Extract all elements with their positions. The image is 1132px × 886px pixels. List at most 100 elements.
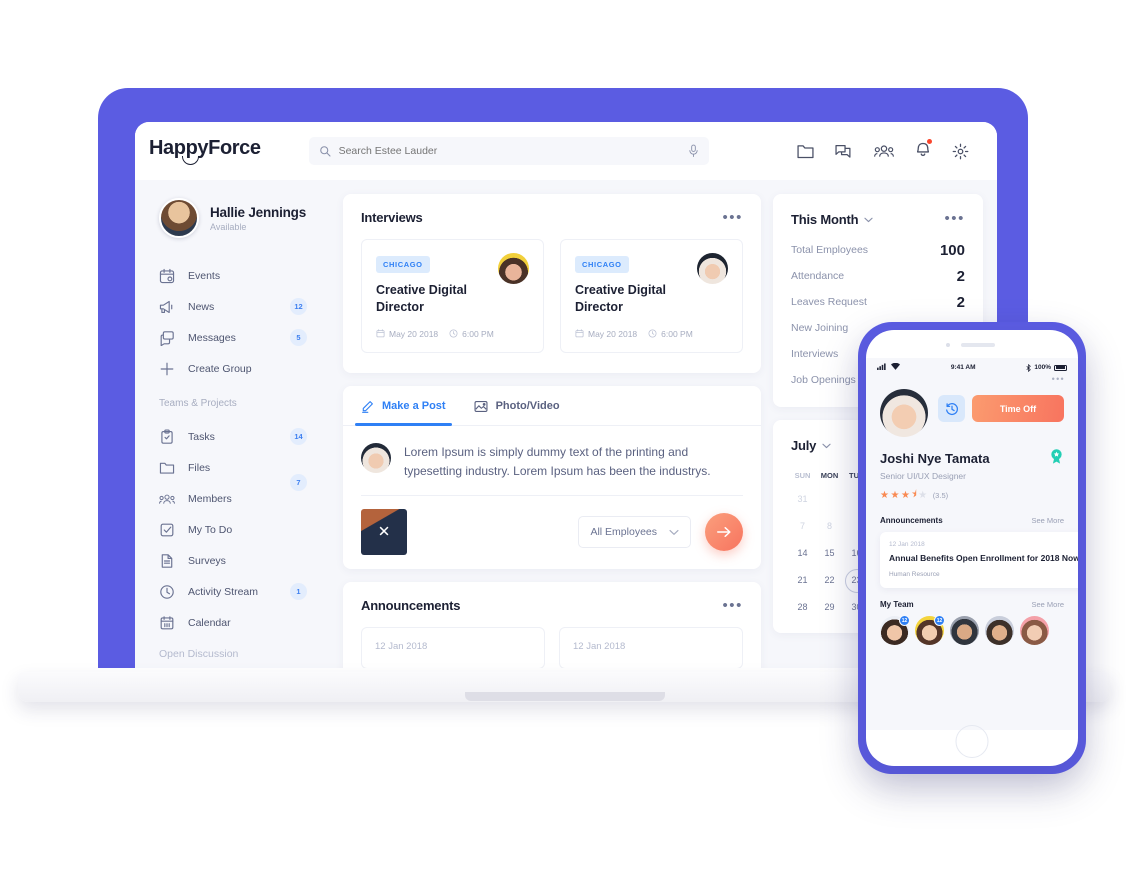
sidebar-item-open-discussion[interactable]: Open Discussion <box>159 638 331 669</box>
chevron-down-icon[interactable] <box>822 436 831 454</box>
stat-row: Total Employees 100 <box>773 237 983 263</box>
people-icon[interactable] <box>874 144 894 158</box>
app-logo[interactable]: HappyForce <box>149 137 261 166</box>
interview-role: Creative Digital Director <box>575 283 667 314</box>
history-button[interactable] <box>938 395 965 422</box>
rating-stars: ★ ★ ★ ⯨ ★ (3.5) <box>880 487 1064 504</box>
calendar-month: July <box>791 437 817 453</box>
attachment-thumbnail[interactable]: ✕ <box>361 509 407 556</box>
phone-battery-percent: 100% <box>1034 364 1051 371</box>
team-member-avatar[interactable] <box>985 616 1014 646</box>
microphone-icon[interactable] <box>688 144 699 158</box>
calendar-day[interactable]: 7 <box>789 513 816 540</box>
pencil-icon <box>362 400 373 413</box>
history-clock-icon <box>945 402 958 415</box>
team-member-avatar[interactable]: 12 <box>880 615 910 646</box>
sidebar: Hallie Jennings Available Events News 12… <box>135 180 331 672</box>
tab-photo-video[interactable]: Photo/Video <box>474 400 560 425</box>
audience-select[interactable]: All Employees <box>578 516 691 549</box>
clock-icon <box>160 584 174 599</box>
location-tag: CHICAGO <box>376 256 430 273</box>
stats-title: This Month <box>791 211 859 227</box>
sidebar-item-messages[interactable]: Messages 5 <box>159 322 331 353</box>
phone-announcements-list[interactable]: 12 Jan 2018 Annual Benefits Open Enrollm… <box>866 525 1078 589</box>
send-post-button[interactable] <box>705 513 743 552</box>
sidebar-item-activity-stream[interactable]: Activity Stream 1 <box>159 576 331 607</box>
calendar-day[interactable]: 14 <box>789 540 816 567</box>
phone-top-bezel <box>866 330 1078 358</box>
interview-time: 6:00 PM <box>648 329 693 339</box>
calendar-day[interactable] <box>816 486 843 513</box>
announcement-card[interactable]: 12 Jan 2018 <box>361 627 545 670</box>
sidebar-item-create-group[interactable]: Create Group <box>159 353 331 384</box>
calendar-day[interactable]: 31 <box>789 486 816 513</box>
announcement-card[interactable]: 12 Jan 2018 Annual Benefits Open Enrollm… <box>880 532 1078 589</box>
document-icon <box>161 553 173 568</box>
star-icon: ★ <box>900 490 910 501</box>
stat-row: Leaves Request 2 <box>773 289 983 315</box>
sidebar-item-tasks[interactable]: Tasks 14 <box>159 421 331 452</box>
sidebar-item-label: Events <box>188 269 221 282</box>
app-header: HappyForce <box>135 122 997 180</box>
chevron-down-icon[interactable] <box>864 210 873 228</box>
bluetooth-icon <box>1026 363 1032 372</box>
interviews-menu-button[interactable]: ••• <box>722 210 743 225</box>
team-member-avatar[interactable]: 12 <box>915 615 945 646</box>
sidebar-item-calendar[interactable]: Calendar <box>159 607 331 638</box>
sidebar-section-label: Teams & Projects <box>159 398 237 409</box>
announcements-header: Announcements ••• <box>343 582 761 614</box>
sidebar-profile[interactable]: Hallie Jennings Available <box>159 198 331 238</box>
phone-team-avatars[interactable]: 12 12 <box>866 609 1078 646</box>
stat-label: New Joining <box>791 322 849 334</box>
calendar-day[interactable]: 21 <box>789 567 816 594</box>
folder-icon[interactable] <box>797 144 814 159</box>
calendar-day[interactable]: 29 <box>816 594 843 621</box>
phone-profile-top: Time Off <box>880 389 1064 437</box>
search-bar[interactable] <box>308 137 709 165</box>
search-input[interactable] <box>338 145 680 157</box>
team-member-avatar[interactable] <box>950 616 979 646</box>
phone-announcements-header: Announcements See More <box>866 504 1078 525</box>
candidate-avatar <box>697 253 728 284</box>
stat-value: 100 <box>939 241 965 259</box>
announcements-card: Announcements ••• 12 Jan 2018 12 Jan 201… <box>343 582 761 672</box>
sidebar-item-my-to-do[interactable]: My To Do <box>159 514 331 545</box>
announcements-see-more-link[interactable]: See More <box>1031 516 1064 525</box>
post-text[interactable]: Lorem Ipsum is simply dummy text of the … <box>404 443 743 481</box>
announcements-menu-button[interactable]: ••• <box>722 598 743 613</box>
stat-value: 2 <box>956 293 965 311</box>
home-button[interactable] <box>955 725 989 758</box>
sidebar-item-members[interactable]: Members 7 <box>159 474 331 514</box>
header-icon-group <box>797 139 969 162</box>
announcement-card[interactable]: 12 Jan 2018 <box>559 627 743 670</box>
sidebar-badge: 7 <box>290 474 307 491</box>
phone-menu-button[interactable]: ••• <box>866 373 1078 384</box>
composer-tabs: Make a Post Photo/Video <box>343 386 761 426</box>
messages-icon <box>160 330 174 346</box>
calendar-day[interactable]: 28 <box>789 594 816 621</box>
team-member-badge: 12 <box>899 615 910 627</box>
phone-team-title: My Team <box>880 600 914 610</box>
sidebar-item-surveys[interactable]: Surveys <box>159 545 331 576</box>
interview-card[interactable]: CHICAGO Creative Digital Director May 20… <box>560 239 743 353</box>
time-off-button[interactable]: Time Off <box>972 395 1064 422</box>
calendar-day[interactable]: 8 <box>816 513 843 540</box>
tab-make-a-post[interactable]: Make a Post <box>355 400 452 426</box>
avatar <box>159 198 199 238</box>
team-see-more-link[interactable]: See More <box>1031 600 1064 609</box>
calendar-day[interactable]: 22 <box>816 567 843 594</box>
gear-icon[interactable] <box>952 143 969 160</box>
post-composer-card: Make a Post Photo/Video Lorem Ipsum is s… <box>343 385 761 570</box>
sidebar-item-news[interactable]: News 12 <box>159 291 331 322</box>
star-empty-icon: ★ <box>918 490 928 501</box>
team-member-avatar[interactable] <box>1020 616 1049 646</box>
stats-menu-button[interactable]: ••• <box>944 211 965 226</box>
close-icon[interactable]: ✕ <box>378 525 391 540</box>
calendar-day[interactable]: 15 <box>816 540 843 567</box>
bell-icon[interactable] <box>915 139 932 162</box>
interview-card[interactable]: CHICAGO Creative Digital Director May 20… <box>361 239 544 353</box>
tab-label: Make a Post <box>382 400 446 413</box>
sidebar-item-events[interactable]: Events <box>159 260 331 291</box>
chat-icon[interactable] <box>835 143 853 159</box>
wifi-icon <box>891 362 900 372</box>
